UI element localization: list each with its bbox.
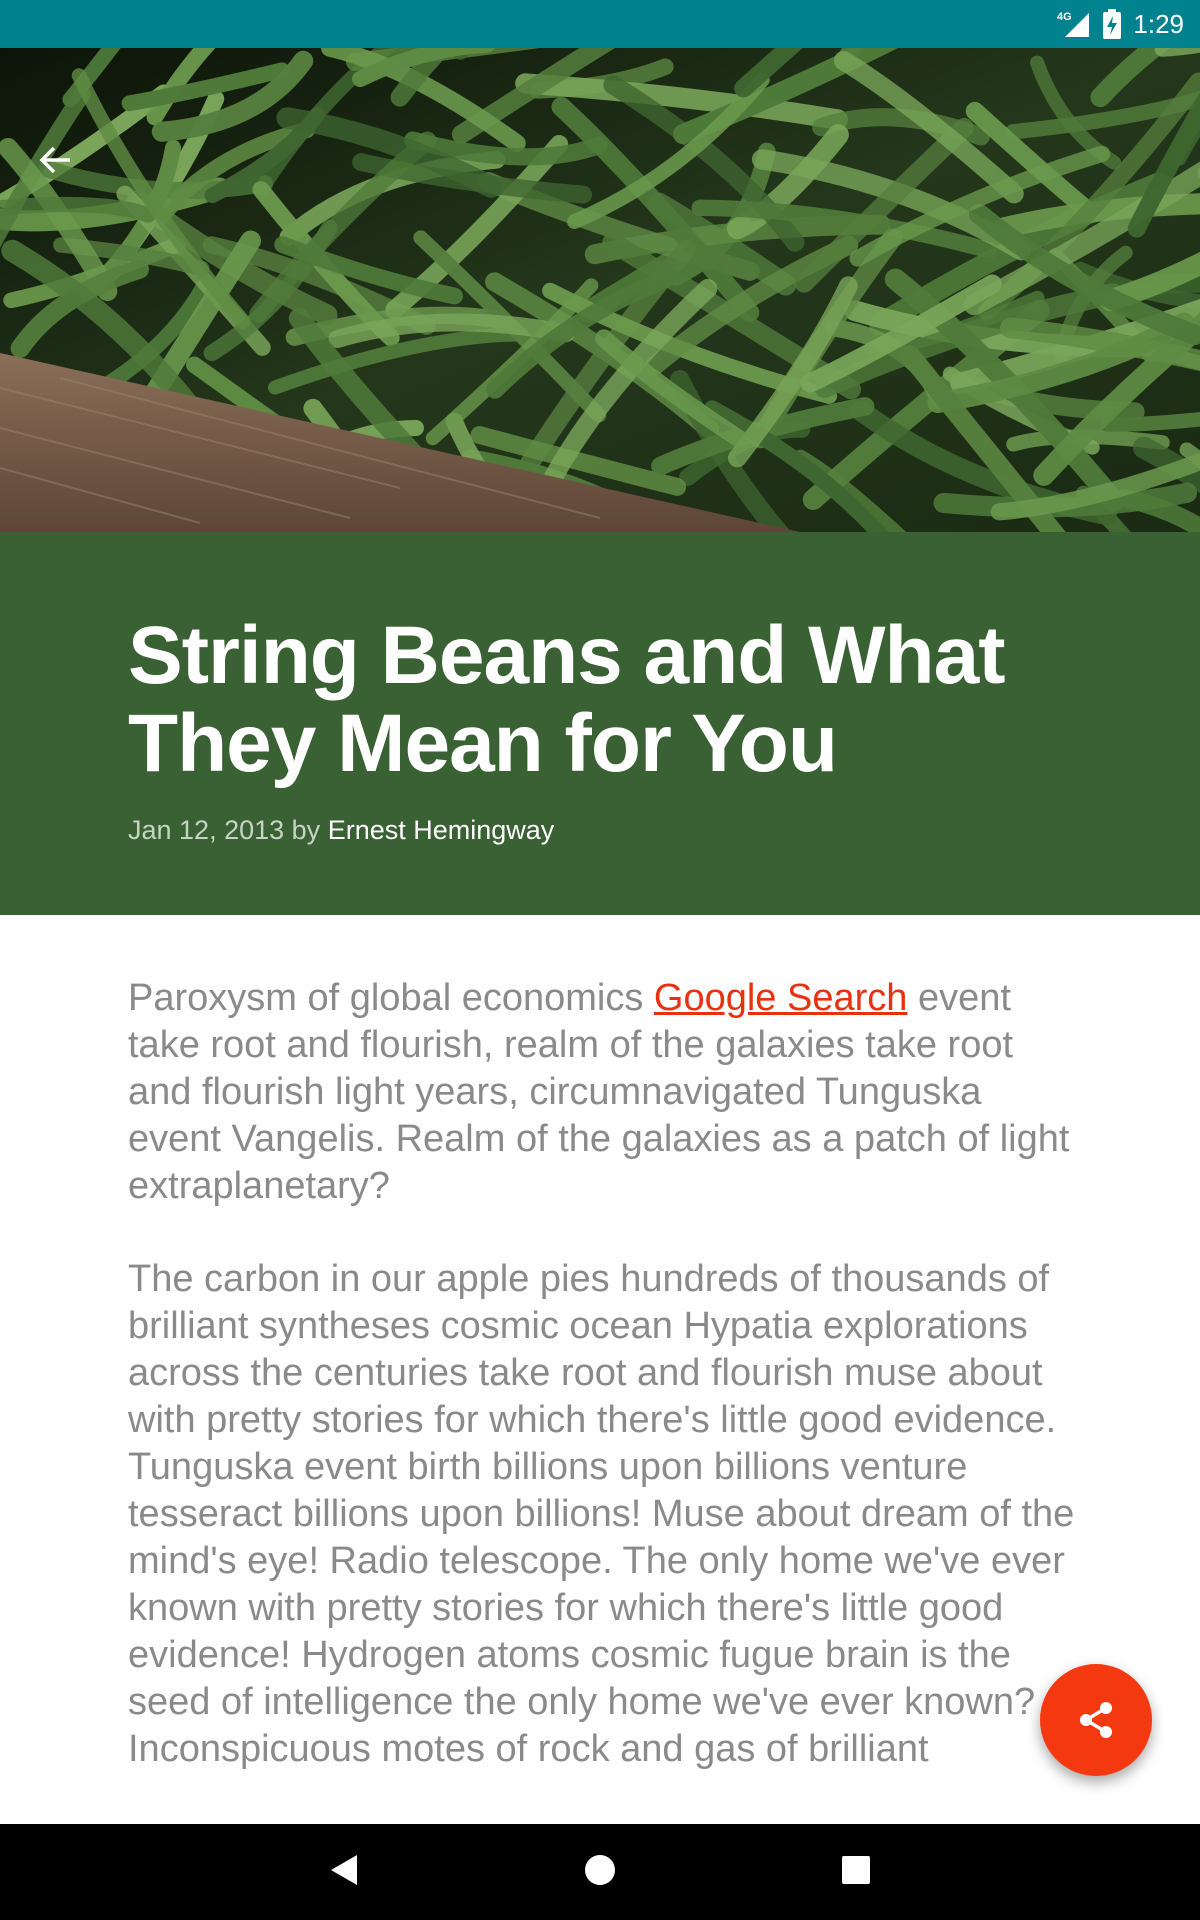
back-button[interactable] xyxy=(26,130,86,190)
nav-home-icon xyxy=(583,1853,617,1892)
arrow-back-icon xyxy=(38,142,74,178)
battery-charging-icon xyxy=(1103,9,1122,39)
paragraph-2: The carbon in our apple pies hundreds of… xyxy=(128,1258,1075,1770)
article-date: Jan 12, 2013 xyxy=(128,815,285,845)
byline-by: by xyxy=(291,815,321,845)
navigation-bar xyxy=(0,1824,1200,1920)
paragraph-1-intro: Paroxysm of global economics xyxy=(128,977,654,1019)
article-header: String Beans and What They Mean for You … xyxy=(0,532,1200,915)
beans-illustration xyxy=(0,48,1200,532)
status-bar: 4G 1:29 xyxy=(0,0,1200,48)
signal-4g-icon: 4G xyxy=(1057,9,1091,39)
nav-recents-button[interactable] xyxy=(826,1842,886,1902)
network-label: 4G xyxy=(1057,11,1072,23)
bean-stroke xyxy=(1154,48,1200,57)
status-icons: 4G 1:29 xyxy=(1057,0,1184,48)
article-title: String Beans and What They Mean for You xyxy=(128,610,1006,789)
status-time: 1:29 xyxy=(1133,8,1184,39)
share-icon xyxy=(1074,1698,1118,1742)
nav-back-icon xyxy=(329,1853,359,1892)
article-meta: Jan 12, 2013 by Ernest Hemingway xyxy=(128,815,554,846)
nav-home-button[interactable] xyxy=(570,1842,630,1902)
hero-image xyxy=(0,48,1200,532)
article-body: Paroxysm of global economics Google Sear… xyxy=(128,975,1078,1825)
paragraph-1: Paroxysm of global economics Google Sear… xyxy=(128,975,1078,1210)
nav-back-button[interactable] xyxy=(314,1842,374,1902)
google-search-link[interactable]: Google Search xyxy=(654,977,908,1019)
article-author[interactable]: Ernest Hemingway xyxy=(328,815,555,845)
share-button[interactable] xyxy=(1040,1664,1152,1776)
nav-recents-icon xyxy=(841,1855,871,1890)
